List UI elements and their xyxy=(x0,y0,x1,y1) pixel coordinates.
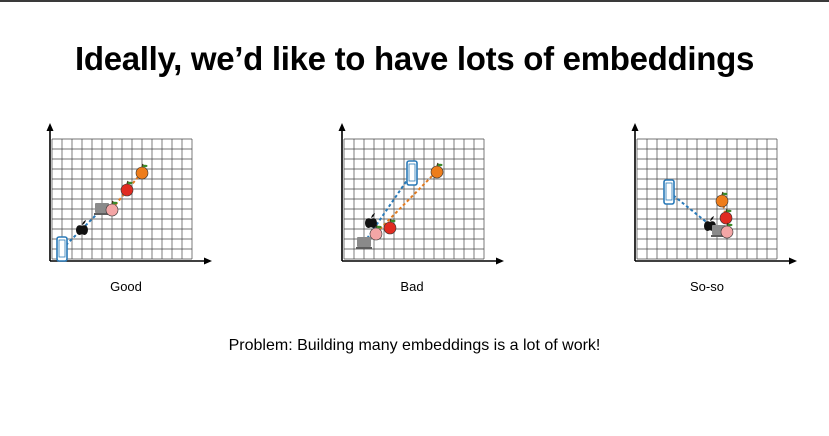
apple-logo-icon xyxy=(365,213,377,228)
y-axis-arrow xyxy=(631,123,639,131)
problem-statement: Problem: Building many embeddings is a l… xyxy=(228,337,601,354)
grid xyxy=(51,138,193,260)
top-border xyxy=(0,0,829,2)
red-apple-icon xyxy=(120,180,134,197)
x-axis-arrow xyxy=(789,257,797,265)
mac-icon xyxy=(356,237,372,249)
phone-icon xyxy=(56,236,68,262)
embedding-plot-bad xyxy=(332,123,512,275)
red-apple-icon xyxy=(383,218,397,235)
y-axis-arrow xyxy=(46,123,54,131)
x-axis-arrow xyxy=(496,257,504,265)
axes xyxy=(631,123,797,265)
orange-icon xyxy=(135,163,149,180)
orange-icon xyxy=(430,162,444,179)
phone-icon xyxy=(406,160,418,186)
embedding-plot-good xyxy=(40,123,220,275)
phone-link-line xyxy=(668,191,711,226)
red-apple-icon xyxy=(719,208,733,225)
caption-bad: Bad xyxy=(400,279,424,294)
orange-icon xyxy=(715,191,729,208)
item-icons xyxy=(56,163,149,262)
embedding-plot-so-so-svg xyxy=(631,123,797,265)
embedding-plot-so-so xyxy=(625,123,805,275)
x-axis-arrow xyxy=(204,257,212,265)
phone-icon xyxy=(663,179,675,205)
caption-so-so: So-so xyxy=(690,279,724,294)
item-icons xyxy=(356,160,444,249)
embedding-plot-good-svg xyxy=(46,123,212,265)
embedding-plot-bad-svg xyxy=(338,123,504,265)
slide-title: Ideally, we’d like to have lots of embed… xyxy=(74,40,755,77)
grid xyxy=(636,138,778,260)
caption-good: Good xyxy=(110,279,142,294)
y-axis-arrow xyxy=(338,123,346,131)
